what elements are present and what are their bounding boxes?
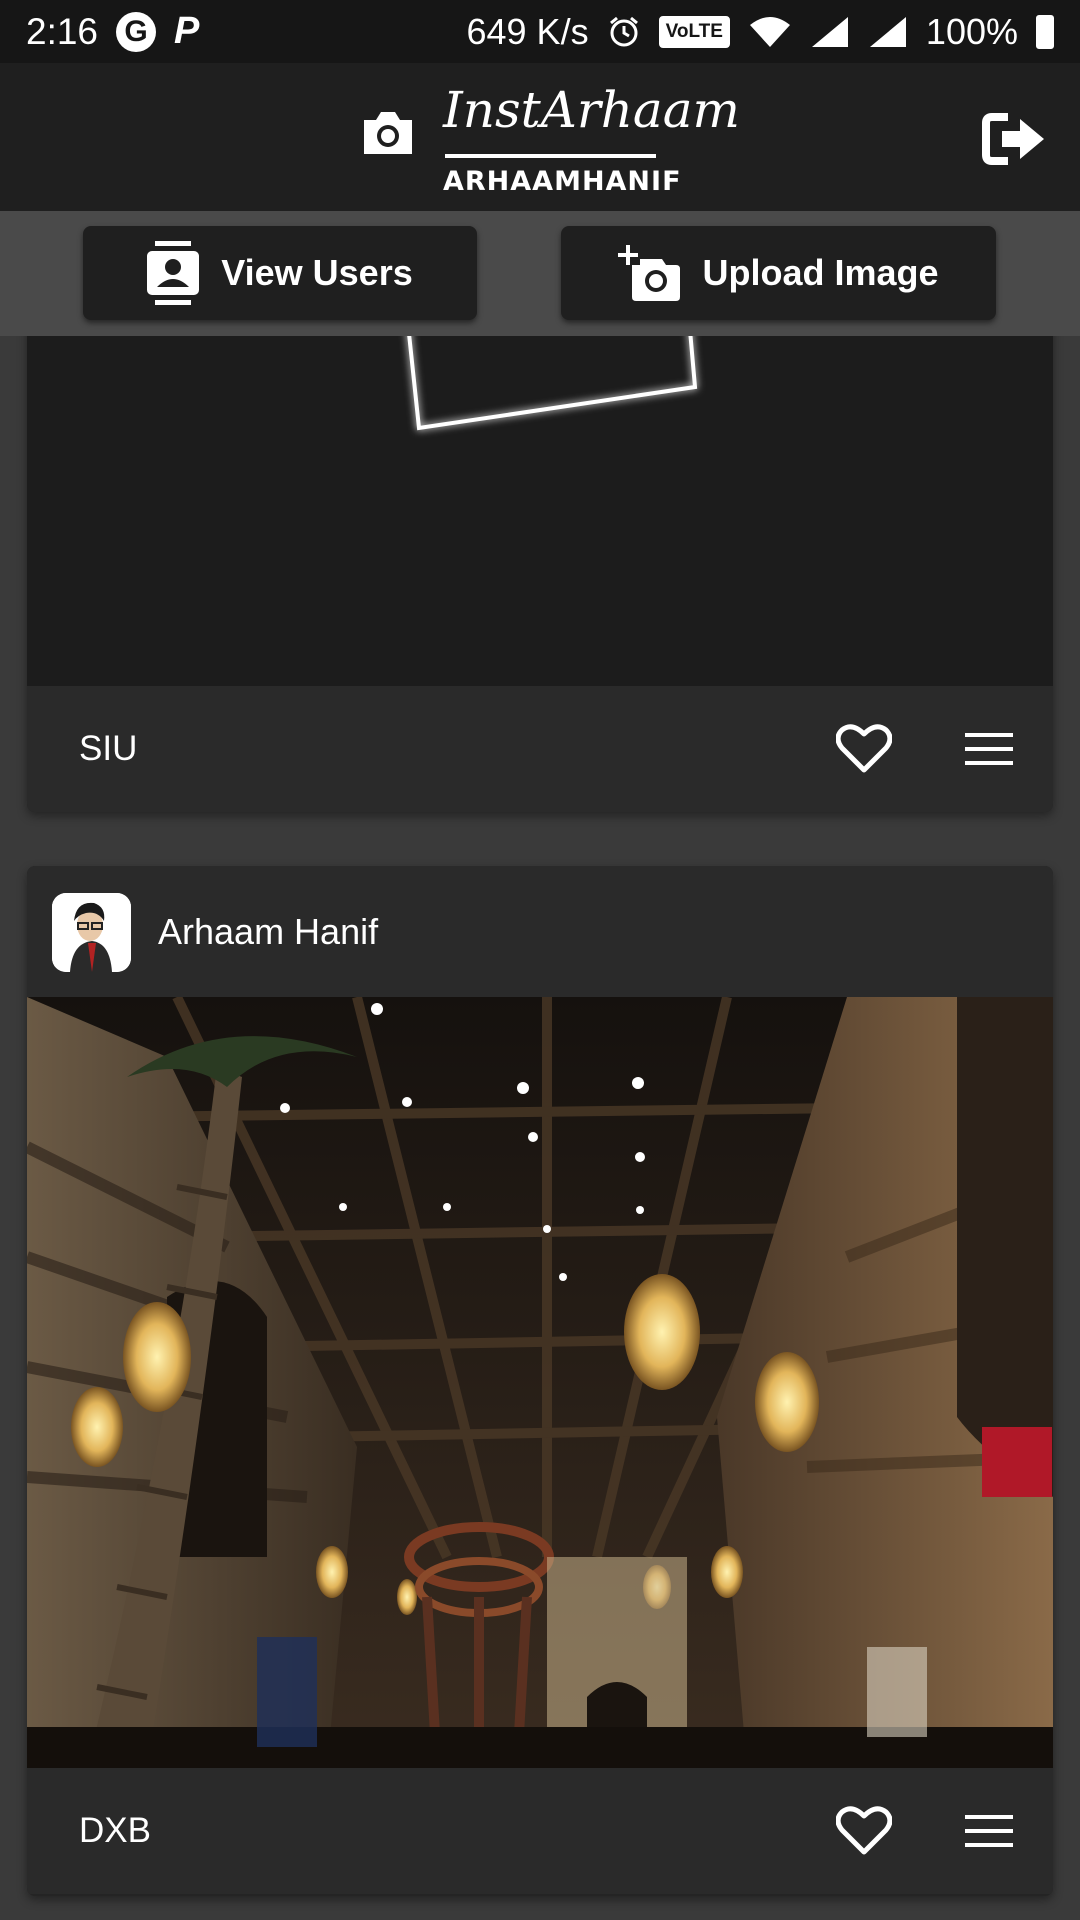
upload-image-label: Upload Image <box>702 252 939 293</box>
menu-icon[interactable] <box>965 731 1013 767</box>
battery-icon <box>1036 14 1054 49</box>
logout-icon[interactable] <box>982 113 1046 165</box>
neon-frame-image <box>27 336 1053 686</box>
title-divider <box>445 154 656 158</box>
action-bar: View Users Upload Image <box>0 211 1080 336</box>
post-footer: DXB <box>27 1768 1053 1894</box>
add-photo-icon <box>618 245 681 301</box>
app-title: InstArhaam <box>443 81 740 139</box>
post-author[interactable]: Arhaam Hanif <box>158 911 378 953</box>
avatar[interactable] <box>52 893 131 972</box>
p-icon: P <box>174 10 200 52</box>
signal-icon <box>811 16 848 47</box>
post-image[interactable] <box>27 336 1053 686</box>
heart-icon[interactable] <box>836 724 892 774</box>
view-users-button[interactable]: View Users <box>83 226 477 320</box>
wifi-icon <box>749 16 790 47</box>
menu-icon[interactable] <box>965 1813 1013 1849</box>
post-caption: SIU <box>79 729 138 768</box>
heart-icon[interactable] <box>836 1806 892 1856</box>
post-card: Arhaam Hanif DXB <box>27 866 1053 1896</box>
view-users-label: View Users <box>221 252 413 293</box>
contacts-icon <box>147 241 200 305</box>
mall-interior-image <box>27 997 1053 1768</box>
feed[interactable]: SIU Arhaam Hanif DXB <box>0 336 1080 1920</box>
app-subtitle: ARHAAMHANIF <box>443 166 682 197</box>
post-caption: DXB <box>79 1811 151 1850</box>
app-bar: InstArhaam ARHAAMHANIF <box>0 63 1080 211</box>
post-image[interactable] <box>27 997 1053 1768</box>
post-footer: SIU <box>27 686 1053 812</box>
upload-image-button[interactable]: Upload Image <box>561 226 996 320</box>
signal-icon <box>869 16 906 47</box>
volte-icon: VoLTE <box>658 15 730 48</box>
battery-percent: 100% <box>925 10 1018 52</box>
status-time: 2:16 <box>26 10 99 52</box>
camera-icon <box>364 112 412 154</box>
alarm-icon <box>609 16 638 46</box>
post-card: SIU <box>27 336 1053 812</box>
net-speed: 649 K/s <box>466 10 589 52</box>
post-header: Arhaam Hanif <box>27 866 1053 997</box>
google-icon: G <box>116 11 157 52</box>
status-bar: 2:16 G P 649 K/s VoLTE 100% <box>0 0 1080 63</box>
